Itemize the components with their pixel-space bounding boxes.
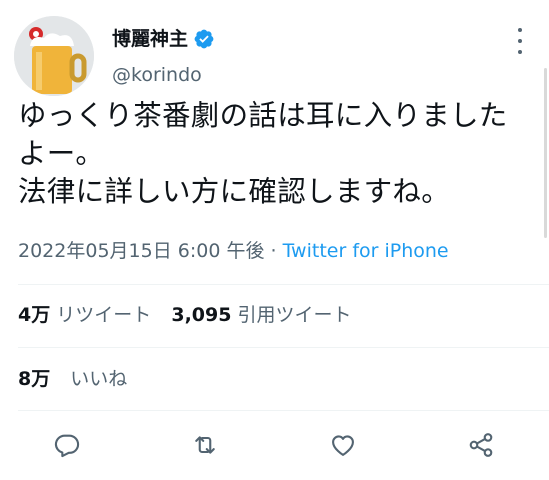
quotes-stat[interactable]: 3,095 引用ツイート bbox=[171, 304, 351, 326]
likes-stat[interactable]: 8万 いいね bbox=[18, 366, 127, 392]
quotes-label: 引用ツイート bbox=[237, 304, 352, 326]
more-options-icon[interactable] bbox=[510, 28, 530, 54]
tweet-source-link[interactable]: Twitter for iPhone bbox=[283, 240, 449, 262]
share-icon bbox=[469, 433, 493, 457]
retweet-icon bbox=[195, 436, 215, 454]
tweet-meta: 2022年05月15日 6:00 午後 · Twitter for iPhone bbox=[18, 238, 449, 264]
reply-button[interactable] bbox=[50, 428, 84, 462]
likes-count: 8万 bbox=[18, 368, 51, 390]
tweet-timestamp[interactable]: 2022年05月15日 6:00 午後 bbox=[18, 240, 264, 262]
display-name-row[interactable]: 博麗神主 bbox=[112, 26, 215, 52]
share-button[interactable] bbox=[464, 428, 498, 462]
display-name[interactable]: 博麗神主 bbox=[112, 26, 188, 52]
like-icon bbox=[332, 435, 354, 456]
retweets-count: 4万 bbox=[18, 304, 51, 326]
retweet-stats-row: 4万 リツイート 3,095 引用ツイート bbox=[18, 302, 352, 328]
verified-badge-icon bbox=[193, 28, 215, 50]
retweets-stat[interactable]: 4万 リツイート bbox=[18, 304, 157, 326]
divider bbox=[18, 347, 549, 348]
tweet-detail: 博麗神主 @korindo ゆっくり茶番劇の話は耳に入りました よー。 法律に詳… bbox=[0, 0, 549, 480]
retweets-label: リツイート bbox=[56, 304, 152, 326]
scrollbar[interactable] bbox=[544, 68, 547, 238]
beer-mug-avatar-icon bbox=[14, 16, 94, 96]
divider bbox=[18, 410, 549, 411]
user-handle[interactable]: @korindo bbox=[112, 63, 202, 87]
like-button[interactable] bbox=[326, 428, 360, 462]
reply-icon bbox=[54, 434, 80, 458]
likes-label: いいね bbox=[70, 368, 128, 390]
avatar[interactable] bbox=[14, 16, 94, 96]
meta-separator: · bbox=[270, 240, 277, 262]
tweet-text: ゆっくり茶番劇の話は耳に入りました よー。 法律に詳しい方に確認しますね。 bbox=[18, 99, 508, 208]
retweet-button[interactable] bbox=[188, 428, 222, 462]
quotes-count: 3,095 bbox=[171, 304, 232, 326]
divider bbox=[18, 284, 549, 285]
